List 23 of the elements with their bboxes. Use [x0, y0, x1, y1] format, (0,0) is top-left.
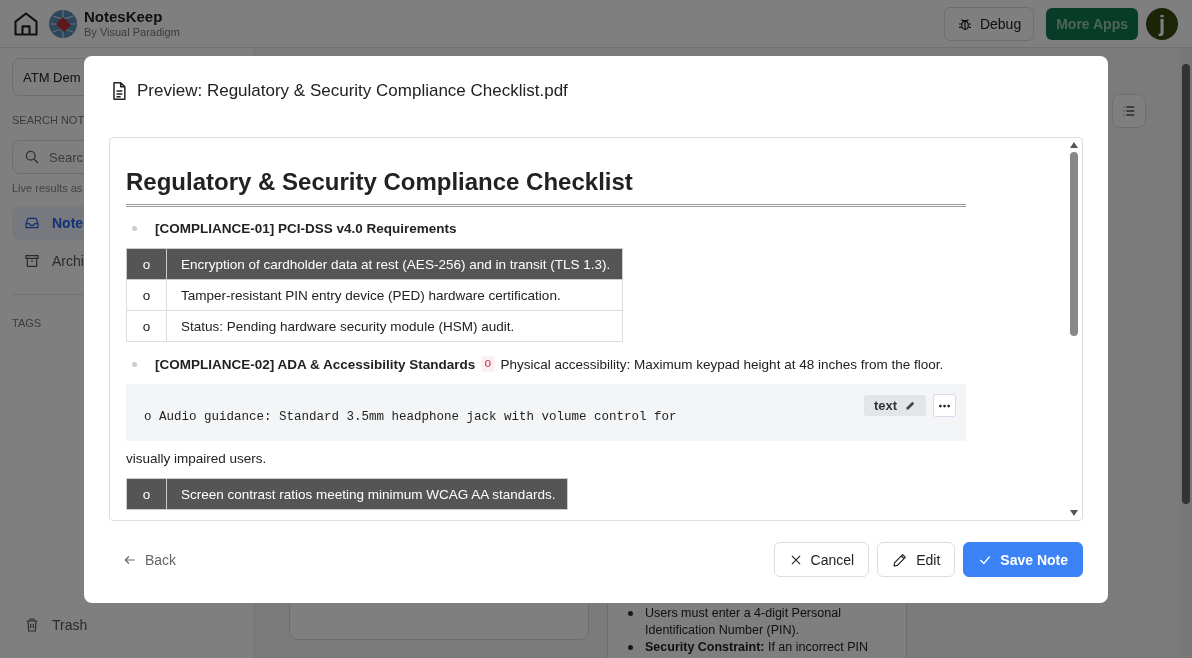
table-cell: o [126, 478, 167, 510]
bullet-title: [COMPLIANCE-01] PCI-DSS v4.0 Requirements [155, 221, 457, 236]
list-item: Security Constraint: If an incorrect PIN [645, 639, 868, 656]
inline-code: o [481, 356, 495, 372]
bullet-text: Physical accessibility: Maximum keypad height at 48 inches from the floor. [500, 356, 944, 372]
app-subtitle: By Visual Paradigm [84, 25, 180, 38]
table-cell: Status: Pending hardware security module (HSM) audit. [166, 310, 623, 342]
code-text: o Audio guidance: Standard 3.5mm headphone jack with volume control for [144, 409, 678, 424]
paragraph: visually impaired users. [126, 451, 268, 466]
dialog-title: Preview: Regulatory & Security Compliance Checklist.pdf [137, 80, 568, 101]
table-cell: Tamper-resistant PIN entry device (PED) hardware certification. [166, 279, 623, 311]
table-cell: Encryption of cardholder data at rest (AES-256) and in transit (TLS 1.3). [166, 248, 623, 280]
document-heading: Regulatory & Security Compliance Checklist [126, 168, 966, 207]
section-label: SEARCH NOT [12, 114, 85, 126]
table-cell: o [126, 279, 167, 311]
table-cell: o [126, 310, 167, 342]
table-cell: Screen contrast ratios meeting minimum WCAG AA standards. [166, 478, 568, 510]
search-hint: Live results as [12, 182, 83, 194]
bullet-title: [COMPLIANCE-02] ADA & Accessibility Standards [155, 356, 476, 372]
section-label: TAGS [12, 317, 42, 329]
table-cell: o [126, 248, 167, 280]
list-item: Users must enter a 4-digit Personal Identification Number (PIN). [645, 605, 842, 639]
app-name: NotesKeep [84, 9, 164, 26]
